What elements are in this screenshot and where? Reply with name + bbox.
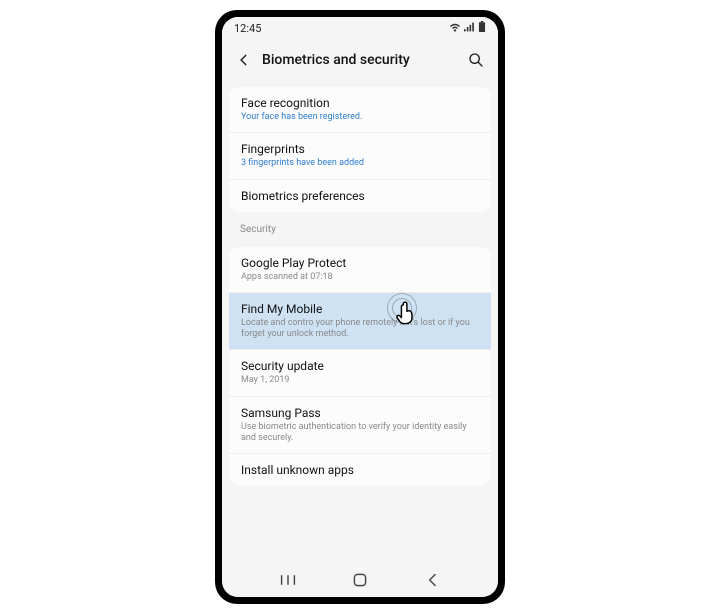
item-subtitle: 3 fingerprints have been added bbox=[241, 158, 479, 169]
item-subtitle: Apps scanned at 07:18 bbox=[241, 272, 479, 283]
nav-back-button[interactable] bbox=[412, 570, 452, 590]
security-section-header: Security bbox=[222, 212, 498, 241]
status-bar: 12:45 bbox=[222, 17, 498, 39]
recents-button[interactable] bbox=[268, 570, 308, 590]
face-recognition-item[interactable]: Face recognition Your face has been regi… bbox=[229, 87, 491, 132]
settings-list: Face recognition Your face has been regi… bbox=[222, 81, 498, 563]
item-title: Security update bbox=[241, 359, 479, 373]
search-button[interactable] bbox=[466, 50, 486, 70]
google-play-protect-item[interactable]: Google Play Protect Apps scanned at 07:1… bbox=[229, 247, 491, 292]
app-header: Biometrics and security bbox=[222, 39, 498, 81]
back-button[interactable] bbox=[234, 50, 254, 70]
wifi-icon bbox=[449, 22, 461, 35]
status-time: 12:45 bbox=[234, 22, 261, 35]
item-title: Face recognition bbox=[241, 96, 479, 110]
screen: 12:45 Biometrics and security bbox=[222, 17, 498, 597]
item-subtitle: Locate and contro your phone remotely if… bbox=[241, 318, 479, 341]
item-title: Install unknown apps bbox=[241, 463, 479, 477]
item-subtitle: Your face has been registered. bbox=[241, 112, 479, 123]
biometrics-preferences-item[interactable]: Biometrics preferences bbox=[229, 179, 491, 212]
status-right bbox=[449, 21, 486, 35]
item-title: Fingerprints bbox=[241, 142, 479, 156]
phone-frame: 12:45 Biometrics and security bbox=[215, 10, 505, 604]
samsung-pass-item[interactable]: Samsung Pass Use biometric authenticatio… bbox=[229, 396, 491, 454]
biometrics-card: Face recognition Your face has been regi… bbox=[229, 87, 491, 212]
item-title: Biometrics preferences bbox=[241, 189, 479, 203]
find-my-mobile-item[interactable]: Find My Mobile Locate and contro your ph… bbox=[229, 292, 491, 350]
install-unknown-apps-item[interactable]: Install unknown apps bbox=[229, 453, 491, 486]
navigation-bar bbox=[222, 563, 498, 597]
signal-icon bbox=[464, 22, 475, 35]
item-title: Samsung Pass bbox=[241, 406, 479, 420]
item-title: Find My Mobile bbox=[241, 302, 479, 316]
home-button[interactable] bbox=[340, 570, 380, 590]
item-subtitle: May 1, 2019 bbox=[241, 375, 479, 386]
battery-icon bbox=[478, 21, 486, 35]
security-card: Google Play Protect Apps scanned at 07:1… bbox=[229, 247, 491, 487]
item-title: Google Play Protect bbox=[241, 256, 479, 270]
security-update-item[interactable]: Security update May 1, 2019 bbox=[229, 349, 491, 395]
page-title: Biometrics and security bbox=[262, 52, 466, 68]
item-subtitle: Use biometric authentication to verify y… bbox=[241, 422, 479, 445]
fingerprints-item[interactable]: Fingerprints 3 fingerprints have been ad… bbox=[229, 132, 491, 178]
